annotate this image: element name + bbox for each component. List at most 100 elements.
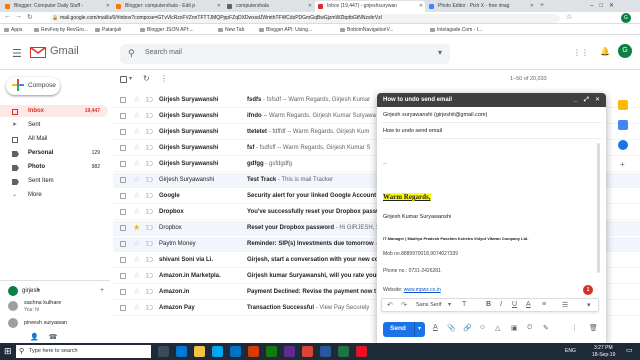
star-icon[interactable]: ☆: [133, 239, 140, 248]
search-input[interactable]: Search mail: [145, 49, 182, 56]
important-icon[interactable]: [144, 288, 154, 295]
row-checkbox[interactable]: [120, 209, 126, 215]
attach-icon[interactable]: 📎: [447, 324, 456, 332]
sidebar-item-photo[interactable]: Photo 982: [0, 161, 108, 173]
browser-tab-1[interactable]: Blogger: Computer Daily Stuff - ✕: [2, 1, 112, 12]
windows-start-icon[interactable]: ⊞: [4, 346, 12, 357]
bookmark-apps[interactable]: Apps: [4, 25, 22, 35]
bookmark-item[interactable]: BottomNavigationV...: [340, 25, 394, 35]
important-icon[interactable]: [144, 224, 154, 231]
task-view-icon[interactable]: [158, 346, 169, 357]
clock-time[interactable]: 3:27 PM: [594, 345, 613, 351]
expand-icon[interactable]: ⤢: [582, 93, 591, 107]
row-checkbox[interactable]: [120, 289, 126, 295]
reload-icon[interactable]: ↻: [27, 13, 33, 21]
important-icon[interactable]: [144, 208, 154, 215]
window-controls[interactable]: –□✕: [590, 0, 620, 12]
subject-field[interactable]: How to undo send email: [383, 128, 593, 134]
tasks-icon[interactable]: [618, 140, 628, 150]
close-icon[interactable]: ✕: [530, 1, 534, 12]
sidebar-item-sent[interactable]: ➤ Sent: [0, 119, 108, 131]
calendar-icon[interactable]: [618, 100, 628, 110]
chevron-down-icon[interactable]: ▾: [37, 287, 40, 294]
search-icon[interactable]: ⚲: [128, 48, 135, 59]
chevron-down-icon[interactable]: ▾: [448, 301, 451, 308]
close-icon[interactable]: ✕: [419, 1, 423, 12]
contact-name[interactable]: pireesh suryawan: [24, 320, 67, 326]
select-all-checkbox[interactable]: [120, 76, 127, 83]
browser-tab-4[interactable]: Inbox (19,447) - girjeshsurywan ✕: [315, 1, 425, 12]
redo-icon[interactable]: ↷: [401, 301, 407, 309]
app-icon[interactable]: [266, 346, 277, 357]
new-tab-icon[interactable]: +: [540, 0, 544, 12]
taskbar-search[interactable]: ⚲ Type here to search: [16, 345, 151, 358]
formatting-options-icon[interactable]: A: [433, 324, 438, 331]
contact-name[interactable]: sachna kulhare: [24, 300, 61, 306]
emoji-icon[interactable]: ☺: [479, 324, 486, 331]
bookmark-item[interactable]: Blogger API: Using...: [259, 25, 312, 35]
row-checkbox[interactable]: [120, 145, 126, 151]
important-icon[interactable]: [144, 192, 154, 199]
underline-icon[interactable]: U: [512, 301, 517, 308]
close-icon[interactable]: ✕: [106, 1, 110, 12]
text-color-icon[interactable]: A: [526, 301, 531, 308]
row-checkbox[interactable]: [120, 257, 126, 263]
bookmark-item[interactable]: Patanjali: [95, 25, 121, 35]
italic-icon[interactable]: I: [500, 301, 502, 308]
schedule-dropdown-icon[interactable]: ▾: [418, 325, 421, 332]
star-icon[interactable]: ☆: [133, 127, 140, 136]
notifications-icon[interactable]: ▭: [626, 346, 633, 354]
sidebar-item-more[interactable]: ⌄ More: [0, 189, 108, 201]
important-icon[interactable]: [144, 112, 154, 119]
add-contact-icon[interactable]: +: [100, 287, 104, 294]
notifications-icon[interactable]: 🔔: [600, 47, 610, 56]
sidebar-item-all-mail[interactable]: All Mail: [0, 133, 108, 145]
star-icon[interactable]: ☆: [133, 207, 140, 216]
bookmark-item[interactable]: Intelagade.Com - I...: [430, 25, 482, 35]
list-icon[interactable]: ☰: [562, 301, 568, 309]
confidential-icon[interactable]: ⏲: [527, 324, 532, 332]
star-icon[interactable]: ☆: [133, 95, 140, 104]
edge-icon[interactable]: [176, 346, 187, 357]
star-icon[interactable]: ☆: [133, 111, 140, 120]
app-icon[interactable]: [356, 346, 367, 357]
more-formatting-icon[interactable]: ▾: [587, 301, 591, 309]
store-icon[interactable]: [212, 346, 223, 357]
star-icon[interactable]: ★: [133, 223, 140, 232]
apps-grid-icon[interactable]: ⋮⋮: [573, 48, 589, 57]
close-icon[interactable]: ✕: [308, 1, 312, 12]
row-checkbox[interactable]: [120, 97, 126, 103]
star-icon[interactable]: ☆: [133, 255, 140, 264]
keep-icon[interactable]: [618, 120, 628, 130]
row-checkbox[interactable]: [120, 193, 126, 199]
link-icon[interactable]: 🔗: [463, 324, 472, 332]
url-field[interactable]: 🔒 mail.google.com/mail/u/0/#inbox?compos…: [50, 14, 560, 23]
minimize-icon[interactable]: _: [571, 93, 580, 107]
undo-icon[interactable]: ↶: [387, 301, 393, 309]
language-indicator[interactable]: ENG: [565, 348, 576, 354]
gmail-logo-icon[interactable]: [30, 46, 46, 58]
bookmark-item[interactable]: RevFeq by RevGro...: [34, 25, 88, 35]
bold-icon[interactable]: B: [486, 301, 491, 308]
important-icon[interactable]: [144, 160, 154, 167]
star-icon[interactable]: ☆: [133, 159, 140, 168]
star-icon[interactable]: ☆: [133, 287, 140, 296]
close-icon[interactable]: ✕: [593, 93, 602, 107]
sidebar-item-sent-item[interactable]: Sent Item: [0, 175, 108, 187]
add-ons-icon[interactable]: +: [620, 160, 625, 169]
star-icon[interactable]: ☆: [133, 175, 140, 184]
account-avatar[interactable]: G: [618, 44, 632, 58]
close-icon[interactable]: ✕: [217, 1, 221, 12]
grammar-badge[interactable]: 1: [583, 285, 593, 295]
compose-scrollbar[interactable]: [597, 143, 600, 273]
browser-tab-3[interactable]: computershala ✕: [224, 1, 314, 12]
chevron-down-icon[interactable]: ▾: [438, 48, 442, 57]
important-icon[interactable]: [144, 272, 154, 279]
send-button[interactable]: Send ▾: [383, 322, 425, 337]
clock-date[interactable]: 18-Sep-19: [592, 352, 615, 358]
more-vert-icon[interactable]: ⋮: [160, 74, 168, 83]
important-icon[interactable]: [144, 176, 154, 183]
browser-tab-2[interactable]: Blogger: computershala - Edit p ✕: [113, 1, 223, 12]
row-checkbox[interactable]: [120, 225, 126, 231]
drive-icon[interactable]: △: [495, 324, 500, 332]
